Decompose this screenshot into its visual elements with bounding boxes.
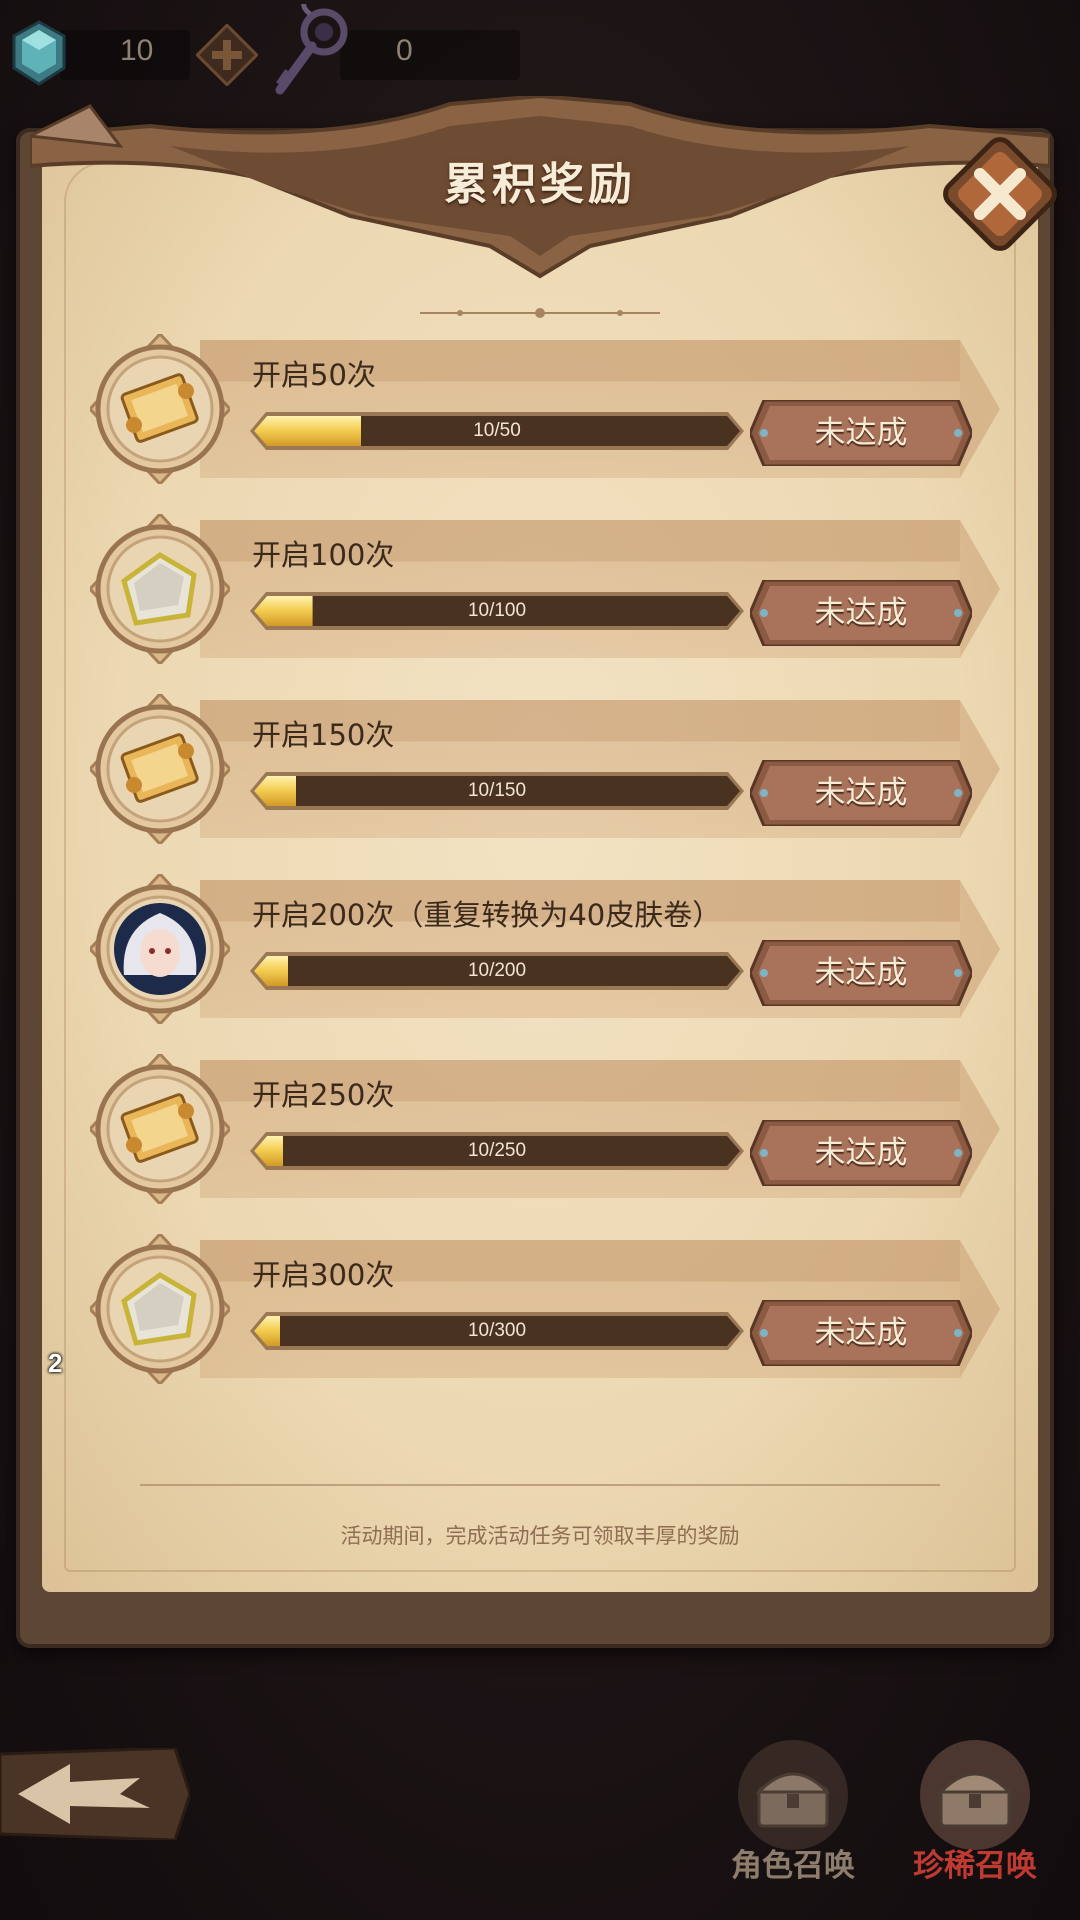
status-label: 未达成 — [814, 415, 908, 451]
status-label: 未达成 — [814, 1315, 908, 1351]
reward-row: 开启300次 10/300 未达成 — [90, 1234, 1010, 1384]
status-label: 未达成 — [814, 595, 908, 631]
progress-text: 10/50 — [473, 420, 521, 441]
reward-row: 开启250次 10/250 未达成 — [90, 1054, 1010, 1204]
status-button[interactable]: 未达成 — [750, 760, 972, 826]
reward-row: 开启200次（重复转换为40皮肤卷） 10/200 未达成 — [90, 874, 1010, 1024]
reward-medal[interactable] — [90, 334, 230, 484]
page-title: 累积奖励 — [444, 159, 636, 210]
reward-label: 开启250次 — [252, 1078, 395, 1112]
reward-row: 开启100次 10/100 未达成 — [90, 514, 1010, 664]
progress-bar: 10/250 — [250, 1132, 744, 1170]
reward-label: 开启300次 — [252, 1258, 395, 1292]
key-count: 0 — [396, 34, 413, 67]
footer-note: 活动期间，完成活动任务可领取丰厚的奖励 — [340, 1524, 740, 1548]
progress-text: 10/250 — [467, 1140, 527, 1161]
progress-text: 10/150 — [467, 780, 527, 801]
progress-text: 10/200 — [467, 960, 527, 981]
reward-medal[interactable] — [90, 1054, 230, 1204]
status-button[interactable]: 未达成 — [750, 400, 972, 466]
close-icon — [943, 137, 1057, 251]
progress-bar: 10/150 — [250, 772, 744, 810]
reward-medal[interactable] — [90, 514, 230, 664]
chest-icon — [937, 1772, 1013, 1828]
item-count-badge: 2 — [48, 1348, 63, 1378]
status-label: 未达成 — [814, 775, 908, 811]
gem-count: 10 — [120, 34, 154, 67]
character-portrait-icon — [114, 903, 206, 995]
rare-summon-button[interactable]: 珍稀召唤 — [890, 1740, 1060, 1884]
reward-medal[interactable] — [90, 874, 230, 1024]
footer-divider — [140, 1484, 940, 1486]
title-divider — [420, 308, 660, 318]
progress-bar: 10/300 — [250, 1312, 744, 1350]
reward-label: 开启100次 — [252, 538, 395, 572]
back-button[interactable] — [0, 1746, 192, 1842]
status-button[interactable]: 未达成 — [750, 580, 972, 646]
progress-bar: 10/100 — [250, 592, 744, 630]
status-button[interactable]: 未达成 — [750, 940, 972, 1006]
key-icon — [275, 4, 348, 95]
progress-text: 10/100 — [467, 600, 527, 621]
gem-icon — [12, 20, 66, 86]
progress-bar: 10/200 — [250, 952, 744, 990]
progress-text: 10/300 — [467, 1320, 527, 1341]
reward-label: 开启150次 — [252, 718, 395, 752]
rare-summon-label: 珍稀召唤 — [913, 1848, 1037, 1884]
reward-row: 开启50次 10/50 未达成 — [90, 334, 1010, 484]
reward-medal[interactable] — [90, 694, 230, 844]
progress-bar: 10/50 — [250, 412, 744, 450]
back-arrow-icon — [0, 1746, 192, 1842]
chest-icon — [755, 1772, 831, 1828]
character-summon-label: 角色召唤 — [731, 1848, 855, 1884]
currency-bar: 10 0 — [0, 0, 1080, 110]
status-button[interactable]: 未达成 — [750, 1300, 972, 1366]
reward-label: 开启50次 — [252, 358, 376, 392]
close-button[interactable] — [940, 134, 1060, 254]
status-button[interactable]: 未达成 — [750, 1120, 972, 1186]
status-label: 未达成 — [814, 955, 908, 991]
key-counter-bg — [340, 30, 520, 80]
character-summon-button[interactable]: 角色召唤 — [708, 1740, 878, 1884]
reward-medal[interactable] — [90, 1234, 230, 1384]
status-label: 未达成 — [814, 1135, 908, 1171]
reward-row: 开启150次 10/150 未达成 — [90, 694, 1010, 844]
reward-label: 开启200次（重复转换为40皮肤卷） — [252, 898, 722, 932]
plus-icon[interactable] — [196, 24, 258, 86]
